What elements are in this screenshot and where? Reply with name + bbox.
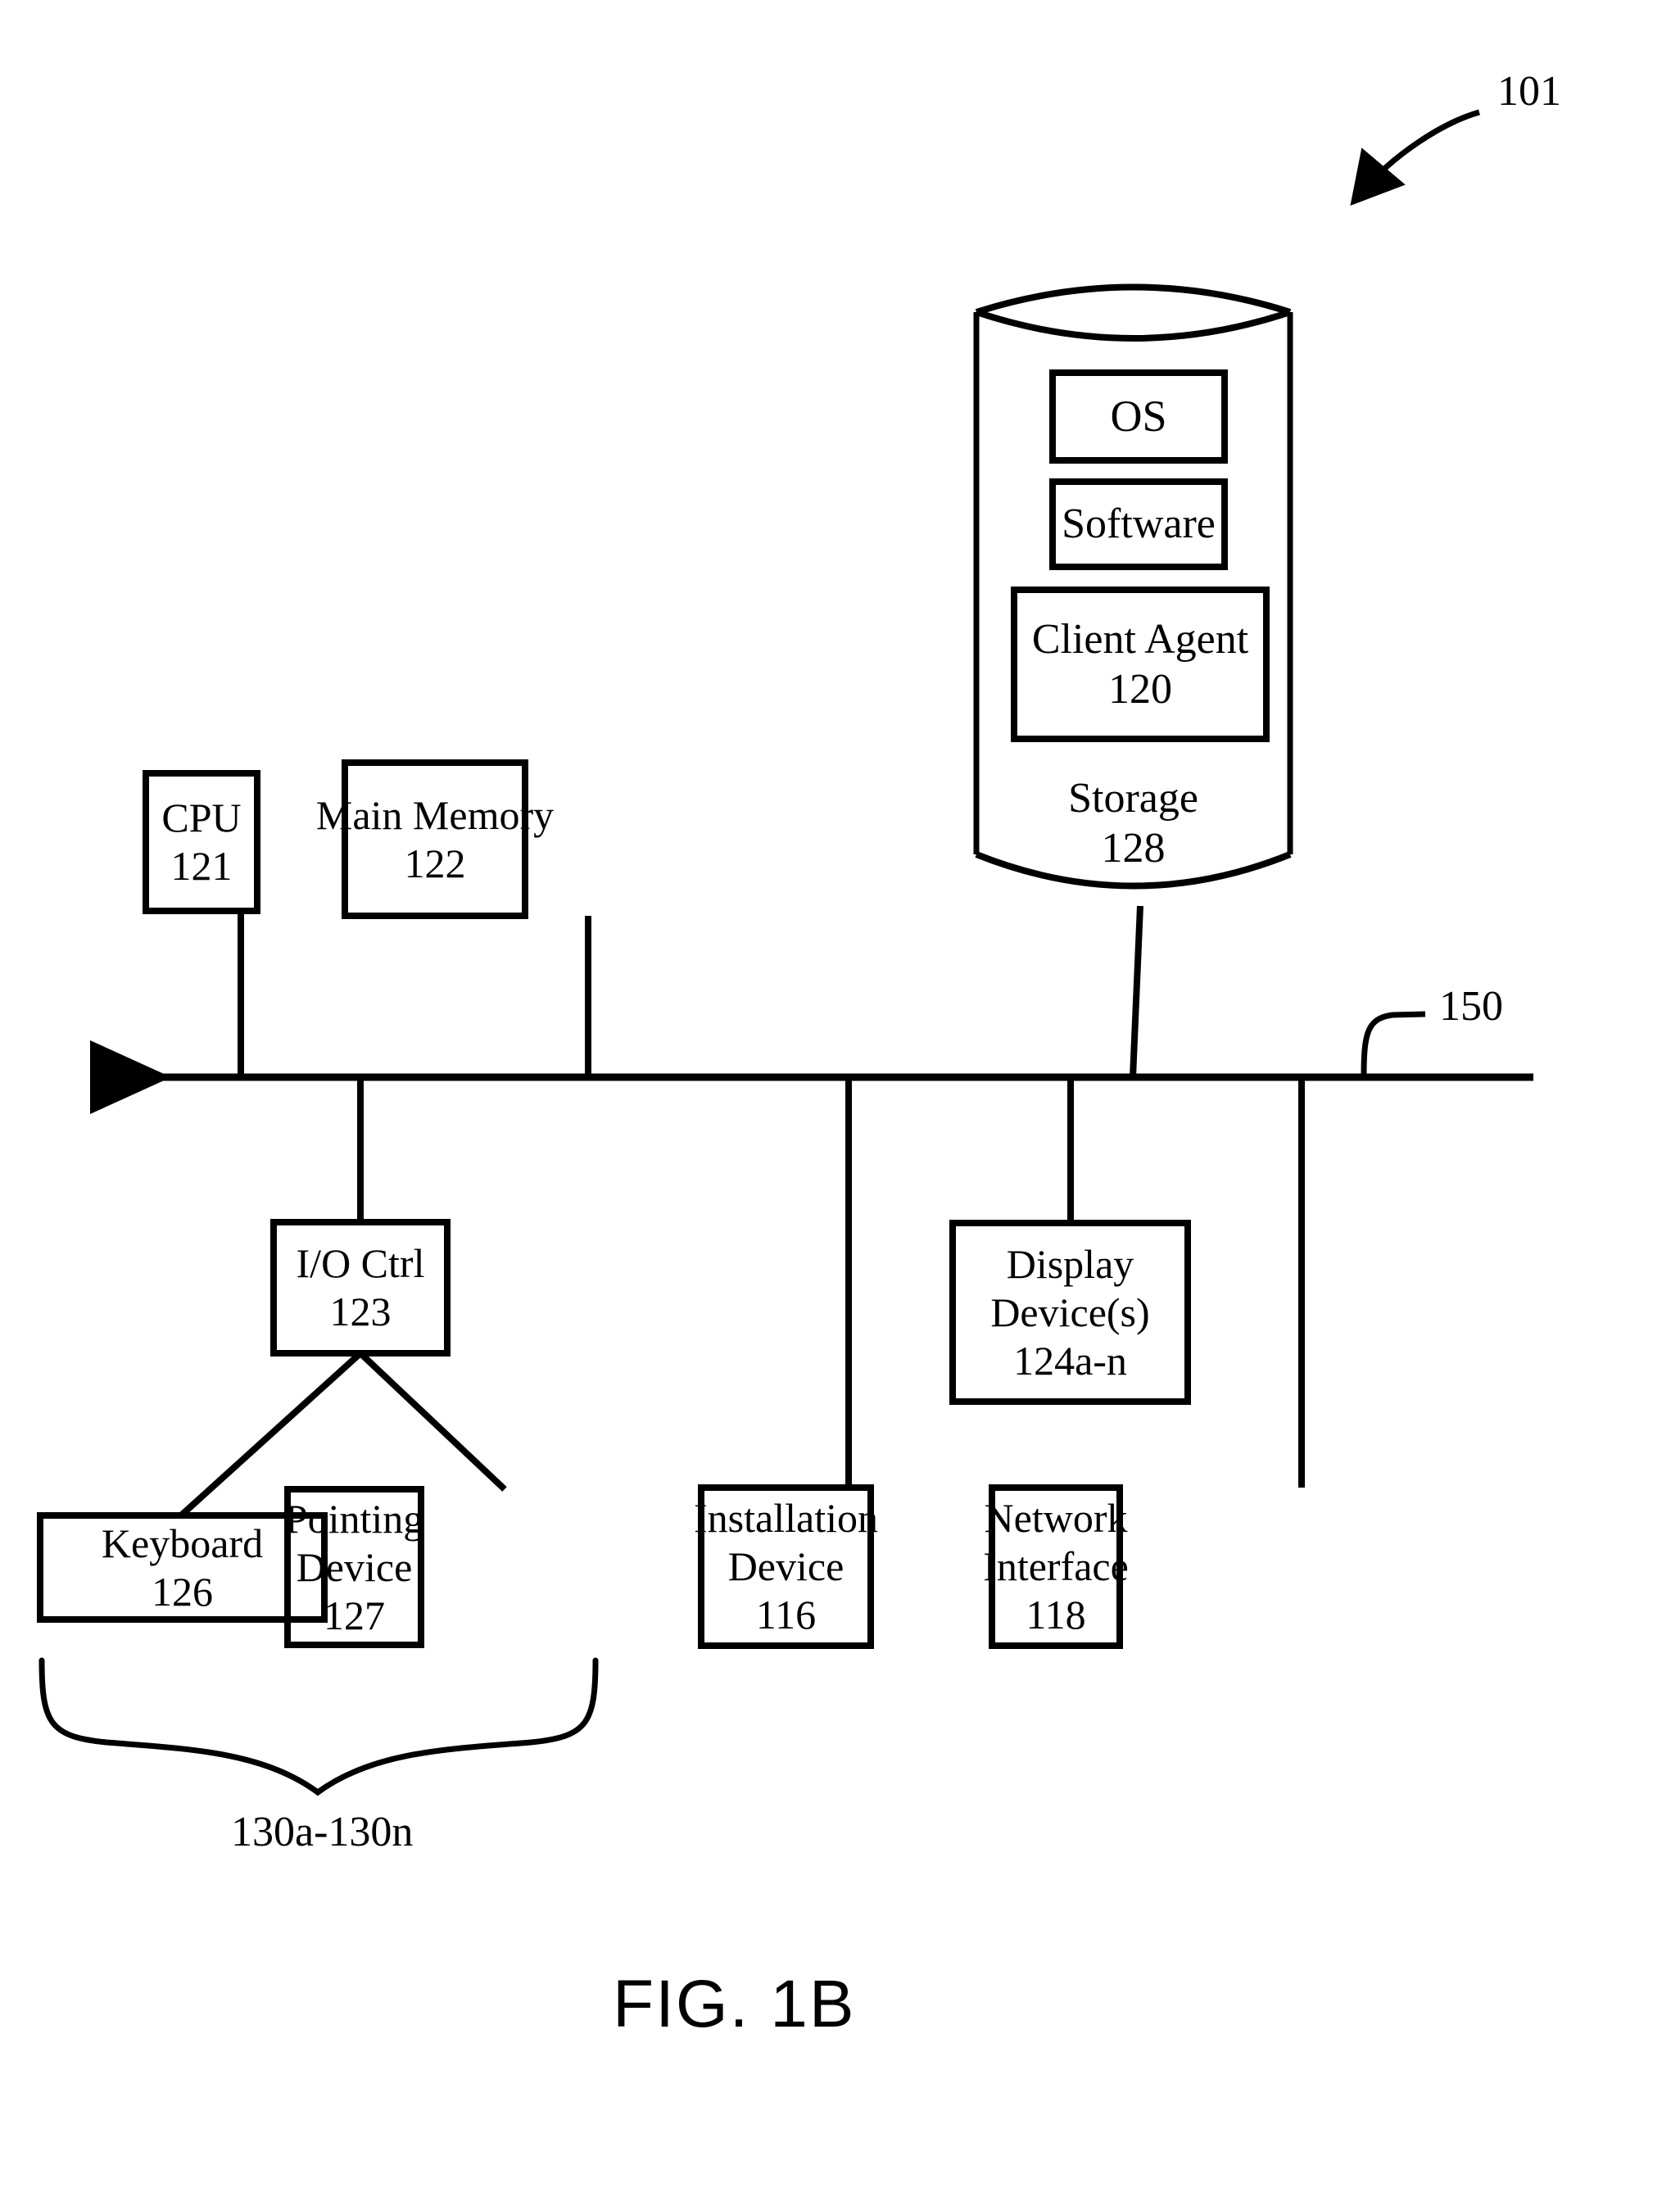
io-ctrl-box-frame (270, 1219, 451, 1357)
software-box-frame (1049, 478, 1228, 570)
devices-brace (38, 1657, 599, 1796)
os-box-frame (1049, 369, 1228, 464)
block-diagram-canvas (37, 109, 1533, 1796)
network-interface-box-frame (989, 1484, 1123, 1649)
figure-caption: FIG. 1B (613, 1967, 856, 2041)
client-agent-box-frame (1011, 587, 1270, 742)
cpu-box-frame (143, 770, 260, 914)
display-devices-box-frame (949, 1220, 1191, 1405)
patent-figure-page: 101 150 OS Software Client Agent 120 Sto… (0, 0, 1680, 2206)
callout-101-leader (1350, 109, 1480, 206)
storage-bus-stem (1130, 905, 1143, 1078)
callout-150-leader (1361, 1011, 1426, 1076)
main-memory-box-frame (342, 759, 528, 919)
installation-device-box-frame (698, 1484, 874, 1649)
keyboard-box-frame (37, 1512, 328, 1623)
io-to-pointing-device-link (358, 1351, 507, 1492)
